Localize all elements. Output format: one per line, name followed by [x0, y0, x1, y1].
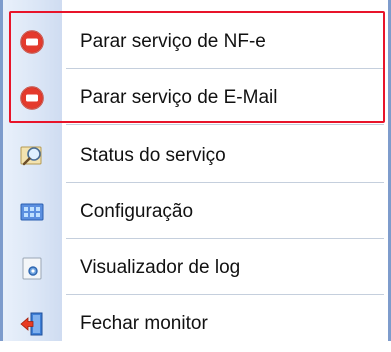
log-viewer-icon — [18, 254, 46, 282]
menu-item-label: Status do serviço — [80, 145, 226, 166]
menu-item-label: Configuração — [80, 201, 194, 222]
menu-separator — [66, 238, 384, 239]
menu-item-label: Fechar monitor — [80, 313, 208, 334]
exit-door-icon — [18, 310, 46, 338]
context-menu: Parar serviço de NF-e Parar serviço de E… — [0, 0, 391, 341]
stop-icon — [18, 84, 46, 112]
configuration-icon — [18, 198, 46, 226]
menu-item-configuration[interactable]: Configuração — [0, 184, 391, 240]
stop-icon — [18, 28, 46, 56]
menu-item-label: Parar serviço de NF-e — [80, 31, 266, 52]
menu-item-close-monitor[interactable]: Fechar monitor — [0, 296, 391, 352]
menu-item-log-viewer[interactable]: Visualizador de log — [0, 240, 391, 296]
menu-item-label: Visualizador de log — [80, 257, 241, 278]
menu-separator — [66, 294, 384, 295]
menu-separator — [66, 182, 384, 183]
status-magnifier-icon — [18, 142, 46, 170]
menu-item-stop-email-service[interactable]: Parar serviço de E-Mail — [0, 70, 391, 126]
menu-separator — [66, 68, 384, 69]
menu-item-label: Parar serviço de E-Mail — [80, 87, 278, 108]
menu-separator — [66, 124, 384, 125]
menu-item-stop-nfe-service[interactable]: Parar serviço de NF-e — [0, 14, 391, 70]
menu-item-service-status[interactable]: Status do serviço — [0, 128, 391, 184]
